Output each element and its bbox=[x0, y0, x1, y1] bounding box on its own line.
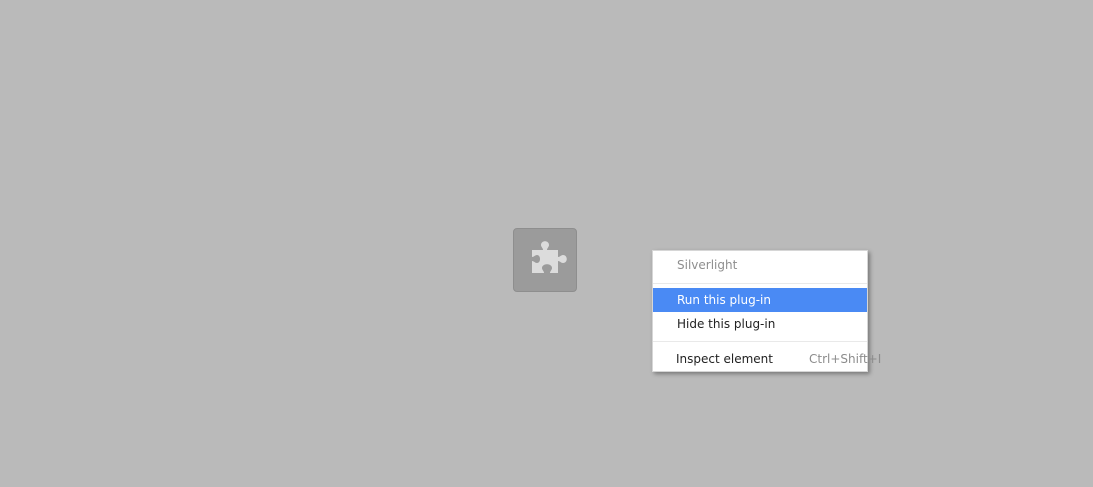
puzzle-piece-icon bbox=[521, 237, 569, 283]
menu-item-hide-plugin[interactable]: Hide this plug-in bbox=[653, 312, 867, 336]
menu-separator bbox=[653, 341, 867, 342]
browser-viewport: { "plugin": { "icon": "puzzle-piece-icon… bbox=[0, 0, 1093, 487]
menu-item-run-plugin[interactable]: Run this plug-in bbox=[653, 288, 867, 312]
menu-plugin-name: Silverlight bbox=[653, 253, 867, 277]
menu-item-hide-plugin-label: Hide this plug-in bbox=[677, 317, 776, 331]
menu-item-run-plugin-label: Run this plug-in bbox=[677, 293, 771, 307]
context-menu: Silverlight Run this plug-in Hide this p… bbox=[652, 250, 881, 372]
menu-item-inspect-element-label: Inspect element bbox=[676, 352, 773, 366]
menu-separator bbox=[653, 283, 867, 284]
blocked-plugin-placeholder[interactable] bbox=[513, 228, 577, 292]
menu-plugin-name-label: Silverlight bbox=[677, 258, 738, 272]
menu-item-inspect-element-shortcut: Ctrl+Shift+I bbox=[809, 352, 882, 366]
menu-item-inspect-element[interactable]: Inspect element Ctrl+Shift+I bbox=[653, 347, 881, 371]
